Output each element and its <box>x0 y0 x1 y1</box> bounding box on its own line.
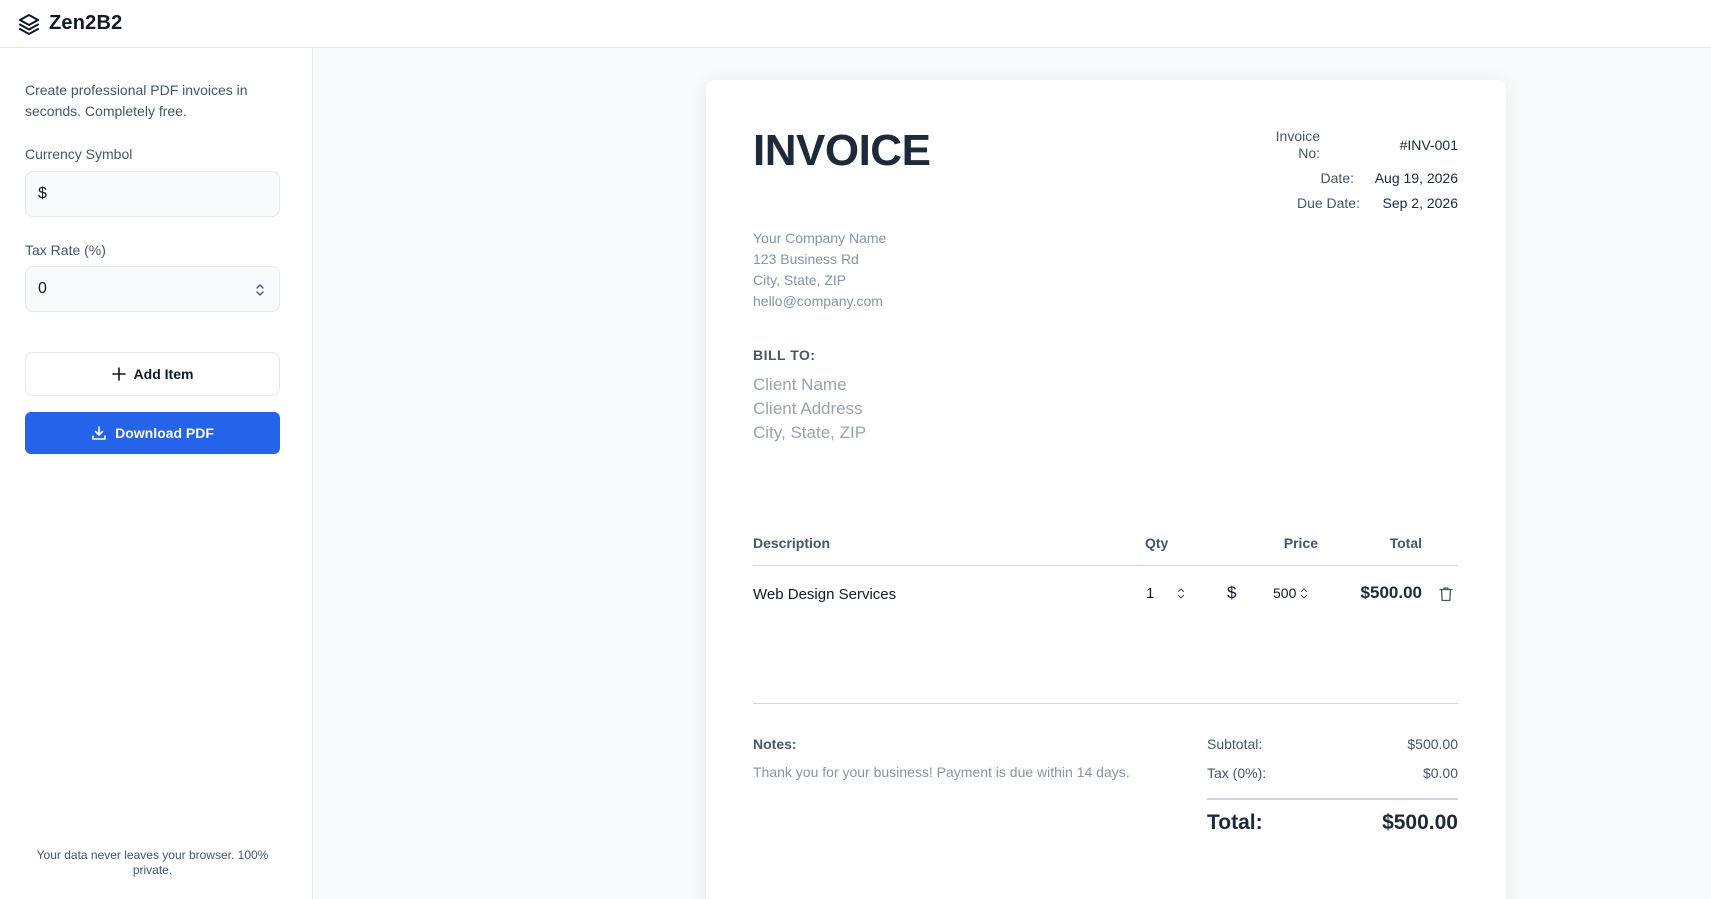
item-total: $500.00 <box>1360 583 1422 602</box>
tax-rate-value: 0 <box>38 280 47 297</box>
invoice-preview-area: INVOICE Your Company Name 123 Business R… <box>313 48 1711 899</box>
subtotal-value: $500.00 <box>1407 736 1458 752</box>
privacy-note: Your data never leaves your browser. 100… <box>36 848 269 877</box>
plus-icon <box>111 367 126 381</box>
price-stepper-icon[interactable] <box>1300 587 1308 600</box>
notes-divider <box>753 703 1458 704</box>
bill-to-label: BILL TO: <box>753 347 816 363</box>
invoice-number-label-line2: No: <box>1298 145 1320 161</box>
due-date-value[interactable]: Sep 2, 2026 <box>1382 195 1458 211</box>
tax-value: $0.00 <box>1422 765 1458 781</box>
tax-label: Tax (0%): <box>1207 765 1267 781</box>
layers-icon <box>17 12 41 36</box>
invoice-number-label: Invoice No: <box>1260 128 1320 162</box>
company-address[interactable]: 123 Business Rd <box>753 251 859 267</box>
notes-text[interactable]: Thank you for your business! Payment is … <box>753 764 1130 780</box>
currency-symbol-input[interactable]: $ <box>25 171 280 217</box>
company-name[interactable]: Your Company Name <box>753 230 886 246</box>
currency-symbol-value: $ <box>38 185 47 202</box>
date-value[interactable]: Aug 19, 2026 <box>1375 170 1458 186</box>
qty-stepper-icon[interactable] <box>1177 587 1185 600</box>
item-description[interactable]: Web Design Services <box>753 586 896 603</box>
item-currency: $ <box>1227 583 1237 602</box>
tagline: Create professional PDF invoices in seco… <box>25 82 248 119</box>
add-item-label: Add Item <box>133 366 194 382</box>
table-header-divider <box>753 565 1458 566</box>
total-label: Total: <box>1207 811 1263 834</box>
client-address[interactable]: Client Address <box>753 399 863 419</box>
column-header-price: Price <box>1283 535 1318 551</box>
tax-rate-input[interactable]: 0 <box>25 266 280 312</box>
client-name[interactable]: Client Name <box>753 375 847 395</box>
invoice-number-label-line1: Invoice <box>1275 128 1320 144</box>
sidebar: Create professional PDF invoices in seco… <box>0 48 313 899</box>
item-qty-value[interactable]: 1 <box>1146 585 1154 602</box>
tax-rate-label: Tax Rate (%) <box>25 242 106 258</box>
due-date-label: Due Date: <box>1296 195 1360 211</box>
client-city[interactable]: City, State, ZIP <box>753 423 866 443</box>
notes-label: Notes: <box>753 736 797 752</box>
company-email[interactable]: hello@company.com <box>753 293 883 309</box>
total-divider <box>1207 798 1458 800</box>
subtotal-label: Subtotal: <box>1207 736 1263 752</box>
total-value: $500.00 <box>1382 811 1458 834</box>
column-header-total: Total <box>1389 535 1422 551</box>
invoice-number-value[interactable]: #INV-001 <box>1400 137 1458 153</box>
download-pdf-button[interactable]: Download PDF <box>25 412 280 454</box>
download-icon <box>91 425 107 441</box>
invoice-paper: INVOICE Your Company Name 123 Business R… <box>706 80 1506 899</box>
invoice-title: INVOICE <box>753 126 931 175</box>
download-pdf-label: Download PDF <box>115 425 214 441</box>
top-bar: Zen2B2 <box>0 0 1711 48</box>
item-price-value[interactable]: 500 <box>1273 585 1296 601</box>
column-header-description: Description <box>753 535 831 551</box>
column-header-qty: Qty <box>1145 535 1169 551</box>
add-item-button[interactable]: Add Item <box>25 352 280 396</box>
company-city[interactable]: City, State, ZIP <box>753 272 846 288</box>
trash-icon[interactable] <box>1439 586 1453 607</box>
number-stepper-icon[interactable] <box>255 282 265 298</box>
date-label: Date: <box>1320 170 1354 186</box>
brand-name: Zen2B2 <box>49 12 123 34</box>
currency-symbol-label: Currency Symbol <box>25 146 133 162</box>
